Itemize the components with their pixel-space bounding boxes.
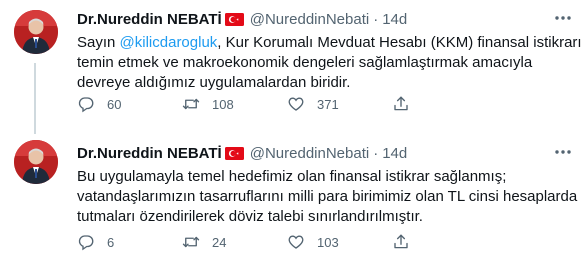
reply-icon (78, 235, 94, 251)
share-icon (394, 96, 408, 111)
turkish-flag-icon (224, 13, 244, 26)
display-name[interactable]: Dr.Nureddin NEBATİ (77, 11, 222, 28)
more-horizontal-icon[interactable] (552, 142, 574, 162)
reply-button[interactable]: 6 (77, 233, 114, 251)
reply-button[interactable]: 60 (77, 95, 121, 113)
text-segment: Sayın (77, 34, 120, 51)
text-segment: , Kur Korumalı Mevduat Hesabı (KKM) fina… (217, 34, 582, 51)
tweet-text: Bu uygulamayla temel hedefimiz olan fina… (77, 167, 578, 227)
thread-connector-line (34, 63, 36, 134)
separator-dot: · (373, 145, 379, 162)
mention-link[interactable]: @kilicdarogluk (120, 34, 218, 51)
tweet-header: Dr.Nureddin NEBATİ @NureddinNebati · 14d (77, 144, 576, 163)
timestamp[interactable]: 14d (382, 145, 407, 162)
turkish-flag-icon (224, 147, 244, 160)
tweet-text-line: Bu uygulamayla temel hedefimiz olan fina… (77, 168, 507, 185)
heart-icon (288, 97, 304, 111)
tweet-body: Dr.Nureddin NEBATİ @NureddinNebati · 14d… (77, 10, 582, 93)
tweet-text-line: Sayın @kilicdarogluk, Kur Korumalı Mevdu… (77, 33, 582, 53)
user-handle[interactable]: @NureddinNebati (250, 11, 369, 28)
share-icon (394, 234, 408, 249)
display-name[interactable]: Dr.Nureddin NEBATİ (77, 145, 222, 162)
more-horizontal-icon[interactable] (552, 8, 574, 28)
share-button[interactable] (392, 95, 410, 113)
user-handle[interactable]: @NureddinNebati (250, 145, 369, 162)
tweet-text-line: tutmaları özendirilerek döviz talebi sın… (77, 208, 423, 225)
reply-count: 60 (107, 96, 122, 112)
like-button[interactable]: 103 (287, 233, 339, 251)
avatar[interactable] (14, 10, 58, 54)
timestamp[interactable]: 14d (382, 11, 407, 28)
retweet-icon (182, 236, 200, 248)
tweet-text-line: temin etmek ve makroekonomik dengeleri s… (77, 54, 533, 71)
tweet[interactable]: Dr.Nureddin NEBATİ @NureddinNebati · 14d… (0, 0, 586, 134)
share-button[interactable] (392, 233, 410, 251)
reply-count: 6 (107, 234, 115, 250)
tweet-header: Dr.Nureddin NEBATİ @NureddinNebati · 14d (77, 10, 576, 29)
like-count: 371 (317, 96, 339, 112)
like-button[interactable]: 371 (287, 95, 339, 113)
avatar[interactable] (14, 140, 58, 184)
tweet-text: Sayın @kilicdarogluk, Kur Korumalı Mevdu… (77, 33, 582, 93)
tweet[interactable]: Dr.Nureddin NEBATİ @NureddinNebati · 14d… (0, 134, 586, 267)
retweet-count: 108 (212, 96, 234, 112)
retweet-button[interactable]: 108 (182, 95, 234, 113)
tweet-body: Dr.Nureddin NEBATİ @NureddinNebati · 14d… (77, 144, 578, 227)
retweet-button[interactable]: 24 (182, 233, 226, 251)
tweet-text-line: vatandaşlarımızın tasarruflarını milli p… (77, 188, 578, 205)
separator-dot: · (373, 11, 379, 28)
heart-icon (288, 235, 304, 249)
retweet-count: 24 (212, 234, 227, 250)
reply-icon (78, 97, 94, 113)
tweet-text-line: devreye aldığımız uygulamalardan biridir… (77, 74, 351, 91)
retweet-icon (182, 98, 200, 110)
like-count: 103 (317, 234, 339, 250)
